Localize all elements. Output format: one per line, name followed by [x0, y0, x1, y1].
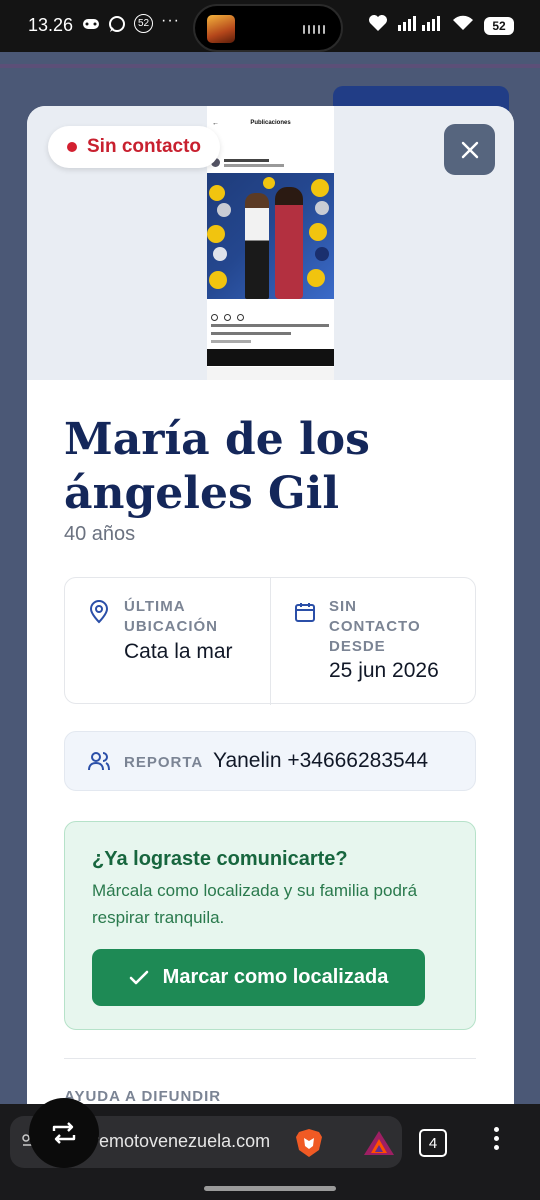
close-button[interactable]: [444, 124, 495, 175]
last-location-label: ÚLTIMA UBICACIÓN: [124, 598, 218, 635]
heart-icon: [368, 14, 388, 37]
swap-icon: [52, 1122, 76, 1144]
browser-menu-button[interactable]: [494, 1127, 500, 1159]
info-divider: [270, 578, 271, 705]
brave-shields-icon[interactable]: [295, 1128, 323, 1158]
status-badge-label: Sin contacto: [87, 136, 202, 157]
page-accent-line: [0, 64, 540, 68]
mark-found-button-label: Marcar como localizada: [162, 966, 389, 988]
no-contact-since-value: 25 jun 2026: [329, 659, 439, 682]
mark-found-title: ¿Ya lograste comunicarte?: [92, 848, 348, 870]
status-bar: 13.26 52 ··· 52: [0, 0, 540, 52]
photo-post-author: [211, 156, 331, 170]
media-artwork: [207, 15, 235, 43]
photo-caption-line: [211, 332, 291, 335]
users-icon: [88, 752, 110, 771]
brave-rewards-icon[interactable]: [363, 1130, 395, 1156]
last-location-value: Cata la mar: [124, 640, 233, 663]
home-indicator[interactable]: [204, 1186, 336, 1191]
reporter-label: REPORTA: [124, 754, 204, 771]
wifi-icon: [452, 15, 474, 36]
status-right-icons: 52: [368, 14, 514, 37]
battery-indicator: 52: [484, 16, 514, 35]
notification-count-badge: 52: [134, 14, 153, 33]
status-time: 13.26: [28, 15, 74, 35]
audio-waveform-icon: [303, 25, 325, 34]
reporter-card: REPORTA Yanelin +34666283544: [64, 731, 476, 791]
no-contact-since-label: SIN CONTACTO DESDE: [329, 598, 421, 655]
reporter-value: Yanelin +34666283544: [213, 749, 429, 772]
floating-swap-button[interactable]: [29, 1098, 99, 1168]
photo-action-icons: [211, 308, 331, 321]
signal-icon: [398, 15, 442, 36]
status-badge: Sin contacto: [48, 126, 220, 168]
status-dot-icon: [67, 142, 77, 152]
whatsapp-icon: [108, 15, 126, 33]
help-share-heading: AYUDA A DIFUNDIR: [64, 1088, 222, 1105]
person-age: 40 años: [64, 523, 136, 545]
close-icon: [461, 141, 478, 158]
photo-person-right: [275, 187, 303, 299]
person-photo: ← Publicaciones ♥: [207, 106, 334, 380]
calendar-icon: [295, 603, 315, 622]
location-pin-icon: [89, 600, 109, 624]
photo-header: ← Publicaciones ♥: [27, 106, 514, 380]
mark-found-card: ¿Ya lograste comunicarte? Márcala como l…: [64, 821, 476, 1030]
photo-header-text: Publicaciones: [250, 120, 291, 126]
game-controller-icon: [82, 15, 100, 33]
photo-image: [207, 173, 334, 299]
check-icon: [129, 970, 148, 984]
photo-caption-line: [211, 324, 329, 327]
dynamic-island: [193, 4, 343, 52]
photo-status-strip: [207, 106, 334, 116]
section-divider: [64, 1058, 476, 1059]
more-notifications-icon: ···: [161, 11, 180, 29]
status-notification-icons: 52 ···: [82, 11, 180, 33]
tab-switcher-button[interactable]: 4: [419, 1129, 447, 1157]
person-name: María de los ángeles Gil: [64, 414, 370, 519]
photo-nav-bar: [207, 367, 334, 380]
mark-found-button[interactable]: Marcar como localizada: [92, 949, 425, 1006]
url-text[interactable]: terremotovenezuela.com: [72, 1131, 270, 1152]
mark-found-text: Márcala como localizada y su familia pod…: [92, 881, 418, 927]
person-detail-modal: ← Publicaciones ♥: [27, 106, 514, 1116]
photo-next-post: [207, 349, 334, 366]
info-card: ÚLTIMA UBICACIÓN Cata la mar SIN CONTACT…: [64, 577, 476, 705]
photo-date-line: [211, 340, 251, 343]
photo-person-left: [245, 193, 269, 299]
